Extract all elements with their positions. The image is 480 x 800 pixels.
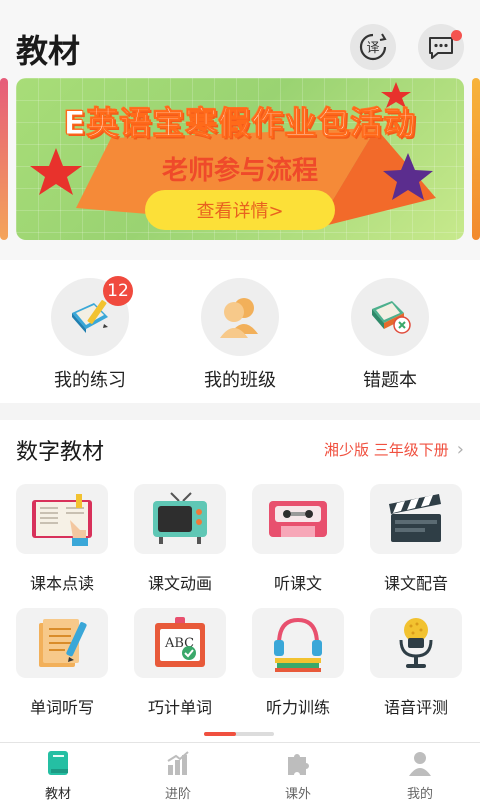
digital-textbook-section: 数字教材 湘少版 三年级下册 › 课本点读 课文动画 听课文 课文配音 单词听写… xyxy=(0,420,480,742)
banner-next-card[interactable] xyxy=(472,78,480,240)
tile-label: 语音评测 xyxy=(383,698,448,717)
tile-listening-training[interactable]: 听力训练 xyxy=(248,608,348,718)
tile-textbook-read[interactable]: 课本点读 xyxy=(12,484,112,594)
banner-subtitle: 老师参与流程 xyxy=(161,156,318,186)
translate-button[interactable]: 译 xyxy=(350,24,396,70)
tile-memory-words[interactable]: ABC 巧计单词 xyxy=(130,608,230,718)
nav-label: 我的 xyxy=(406,787,433,800)
banner-card[interactable]: E英语宝寒假作业包活动 老师参与流程 查看详情> xyxy=(16,78,464,240)
my-practice-button[interactable]: 12 我的练习 xyxy=(30,276,150,392)
nav-label: 进阶 xyxy=(164,787,191,800)
microphone-icon xyxy=(399,618,433,668)
page-title: 教材 xyxy=(16,32,81,70)
chevron-right-icon: › xyxy=(456,439,464,460)
textbook-read-icon xyxy=(32,494,92,546)
bottom-nav: 教材 进阶 课外 我的 xyxy=(0,742,480,800)
unread-dot xyxy=(451,30,462,41)
practice-badge: 12 xyxy=(103,276,133,306)
headphones-icon xyxy=(274,617,322,672)
tv-icon xyxy=(153,492,207,544)
tile-speech-evaluation[interactable]: 语音评测 xyxy=(366,608,466,718)
banner-details-button[interactable]: 查看详情> xyxy=(145,190,335,230)
tile-label: 听力训练 xyxy=(265,698,330,717)
nav-tab-textbook[interactable]: 教材 xyxy=(18,749,98,800)
banner-carousel[interactable]: E英语宝寒假作业包活动 老师参与流程 查看详情> xyxy=(0,78,480,240)
my-class-label: 我的班级 xyxy=(204,370,276,391)
tile-label: 课文配音 xyxy=(383,574,448,593)
tile-text-dubbing[interactable]: 课文配音 xyxy=(366,484,466,594)
tile-word-dictation[interactable]: 单词听写 xyxy=(12,608,112,718)
clapperboard-icon xyxy=(389,494,441,542)
nav-tab-advanced[interactable]: 进阶 xyxy=(138,749,218,800)
banner-title: E英语宝寒假作业包活动 xyxy=(63,104,417,143)
classmates-icon xyxy=(220,298,258,338)
app-screen: 教材 译 E英语宝寒假作业包活动 老师参与流程 查看详情> 12 我的练习 我的… xyxy=(0,0,480,800)
nav-tab-mine[interactable]: 我的 xyxy=(380,749,460,800)
banner-prev-card[interactable] xyxy=(0,78,8,240)
tile-label: 听课文 xyxy=(273,574,322,593)
message-button[interactable] xyxy=(418,24,464,70)
tile-listen-text[interactable]: 听课文 xyxy=(248,484,348,594)
page-indicator xyxy=(204,732,274,736)
tile-label: 课文动画 xyxy=(147,574,212,593)
section-title: 数字教材 xyxy=(16,440,105,465)
abc-board-icon: ABC xyxy=(155,617,205,667)
wrong-book-label: 错题本 xyxy=(363,370,417,391)
quick-actions: 12 我的练习 我的班级 错题本 xyxy=(0,260,480,403)
nav-label: 教材 xyxy=(44,787,71,800)
svg-text:译: 译 xyxy=(366,41,379,56)
edition-selector[interactable]: 湘少版 三年级下册 › xyxy=(324,439,464,460)
cassette-icon xyxy=(269,501,327,537)
puzzle-icon xyxy=(288,754,309,775)
wrong-book-button[interactable]: 错题本 xyxy=(330,278,450,392)
textbook-icon xyxy=(48,751,68,775)
my-practice-label: 我的练习 xyxy=(54,370,126,391)
tile-text-animation[interactable]: 课文动画 xyxy=(130,484,230,594)
edition-label: 湘少版 三年级下册 xyxy=(324,441,449,459)
header: 教材 译 E英语宝寒假作业包活动 老师参与流程 查看详情> xyxy=(0,0,480,260)
translate-icon: 译 xyxy=(359,33,387,61)
person-icon xyxy=(409,752,431,776)
my-class-button[interactable]: 我的班级 xyxy=(180,278,300,392)
nav-tab-extracurricular[interactable]: 课外 xyxy=(258,749,338,800)
dictation-icon xyxy=(39,619,87,667)
nav-label: 课外 xyxy=(284,787,311,800)
tile-label: 单词听写 xyxy=(29,698,94,717)
tile-label: 巧计单词 xyxy=(147,698,212,717)
bar-chart-icon xyxy=(167,751,189,775)
page-indicator-active xyxy=(204,732,236,736)
wrong-book-icon xyxy=(372,301,411,334)
tile-label: 课本点读 xyxy=(29,574,94,593)
